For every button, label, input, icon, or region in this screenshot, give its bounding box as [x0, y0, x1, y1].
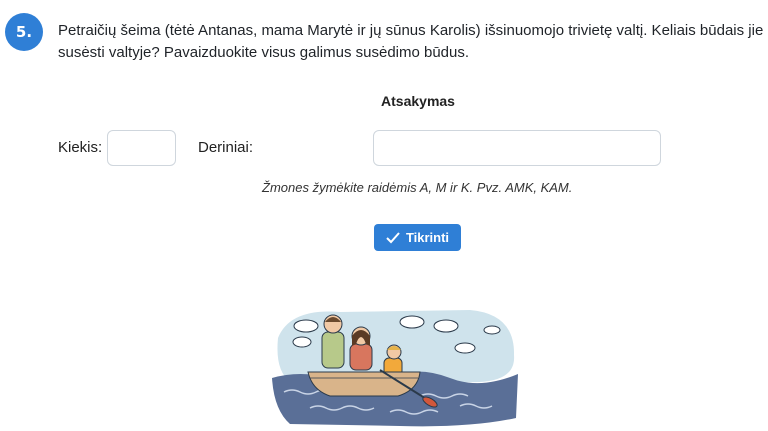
count-input[interactable] [107, 130, 176, 166]
check-icon [386, 231, 400, 243]
combos-label: Deriniai: [198, 139, 254, 156]
question-text: Petraičių šeima (tėtė Antanas, mama Mary… [58, 22, 768, 61]
combos-input[interactable] [373, 130, 661, 166]
father-figure [321, 314, 345, 369]
family-in-boat-illustration [272, 310, 518, 427]
mother-figure [349, 326, 373, 371]
count-label: Kiekis: [58, 139, 103, 156]
answer-heading: Atsakymas [381, 93, 455, 109]
input-hint: Žmones žymėkite raidėmis A, M ir K. Pvz.… [262, 180, 573, 195]
check-button[interactable]: Tikrinti [374, 224, 461, 251]
question-number-badge: 5. [5, 13, 43, 51]
check-button-label: Tikrinti [405, 230, 450, 245]
